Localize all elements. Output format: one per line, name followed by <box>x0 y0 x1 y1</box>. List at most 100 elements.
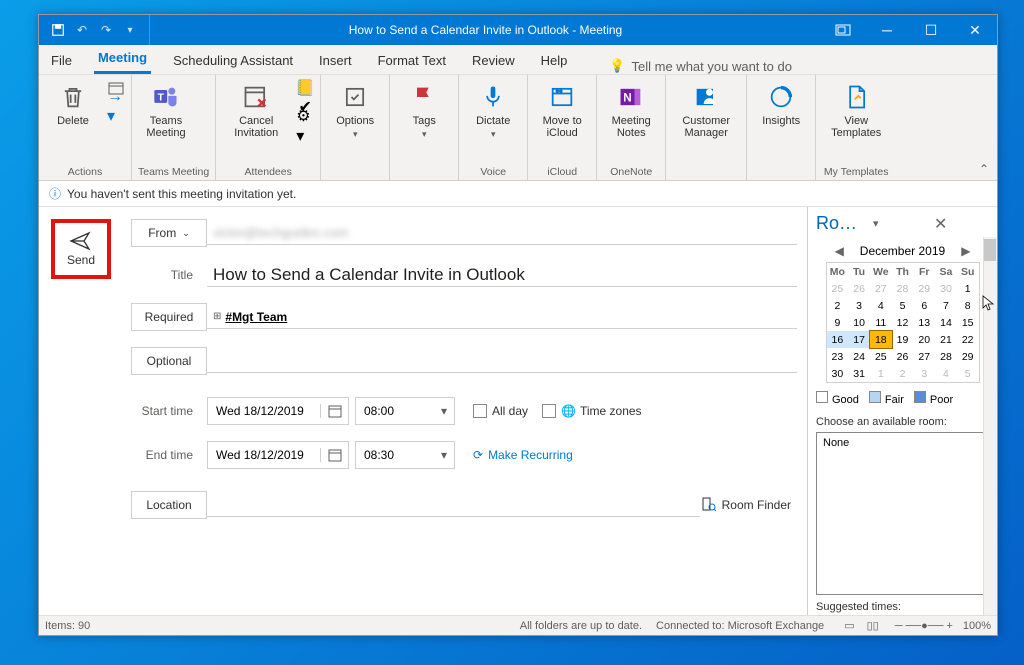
panel-scrollbar[interactable] <box>983 237 997 615</box>
cal-day[interactable]: 19 <box>892 331 914 348</box>
menu-review[interactable]: Review <box>468 49 519 74</box>
cal-day[interactable]: 3 <box>848 297 870 314</box>
undo-icon[interactable]: ↶ <box>75 23 89 37</box>
panel-close-button[interactable]: ✕ <box>930 214 989 234</box>
cal-day[interactable]: 31 <box>848 365 870 382</box>
cal-day[interactable]: 22 <box>957 331 979 348</box>
start-time-input[interactable]: 08:00 ▾ <box>355 397 455 425</box>
maximize-button[interactable]: ☐ <box>909 15 953 45</box>
calendar-picker-icon[interactable] <box>320 448 348 462</box>
cal-day[interactable]: 26 <box>848 280 870 297</box>
delete-button[interactable]: Delete <box>45 79 101 127</box>
end-time-input[interactable]: 08:30 ▾ <box>355 441 455 469</box>
cal-day[interactable]: 30 <box>827 365 849 382</box>
collapse-ribbon-icon[interactable]: ⌃ <box>979 162 989 176</box>
from-field[interactable]: victor@techguides.com <box>207 221 797 245</box>
cal-day[interactable]: 6 <box>913 297 935 314</box>
cal-day[interactable]: 20 <box>913 331 935 348</box>
zoom-slider[interactable]: ─ ──●── + <box>895 620 953 632</box>
tell-me-search[interactable]: 💡 Tell me what you want to do <box>609 58 792 74</box>
insights-button[interactable]: Insights <box>753 79 809 127</box>
cal-day[interactable]: 4 <box>935 365 957 382</box>
view-normal-icon[interactable]: ▭ <box>844 619 854 632</box>
menu-help[interactable]: Help <box>537 49 572 74</box>
required-button[interactable]: Required <box>131 303 207 331</box>
cal-day[interactable]: 2 <box>827 297 849 314</box>
menu-insert[interactable]: Insert <box>315 49 356 74</box>
cal-day[interactable]: 13 <box>913 314 935 331</box>
start-date-input[interactable]: Wed 18/12/2019 <box>207 397 349 425</box>
make-recurring-button[interactable]: ⟳ Make Recurring <box>473 448 573 462</box>
cal-day[interactable]: 4 <box>870 297 892 314</box>
tablet-mode-icon[interactable] <box>821 15 865 45</box>
close-button[interactable]: ✕ <box>953 15 997 45</box>
menu-scheduling-assistant[interactable]: Scheduling Assistant <box>169 49 297 74</box>
title-field[interactable]: How to Send a Calendar Invite in Outlook <box>207 263 797 287</box>
timezones-checkbox[interactable] <box>542 404 556 418</box>
cal-day[interactable]: 5 <box>957 365 979 382</box>
cal-day[interactable]: 9 <box>827 314 849 331</box>
required-field[interactable]: ⊞ #Mgt Team <box>207 305 797 329</box>
available-rooms-list[interactable]: None <box>816 432 989 595</box>
cal-day[interactable]: 24 <box>848 348 870 365</box>
tags-button[interactable]: Tags ▾ <box>396 79 452 140</box>
move-to-icloud-button[interactable]: Move to iCloud <box>534 79 590 139</box>
panel-options-icon[interactable]: ▾ <box>867 217 930 230</box>
panel-scroll-thumb[interactable] <box>984 239 996 261</box>
cal-day[interactable]: 7 <box>935 297 957 314</box>
prev-month-button[interactable]: ◀ <box>827 244 852 258</box>
cal-day[interactable]: 27 <box>870 280 892 297</box>
location-button[interactable]: Location <box>131 491 207 519</box>
all-day-checkbox[interactable] <box>473 404 487 418</box>
room-finder-button[interactable]: Room Finder <box>700 496 791 515</box>
cal-day[interactable]: 10 <box>848 314 870 331</box>
cancel-invitation-button[interactable]: Cancel Invitation <box>222 79 290 139</box>
cal-day[interactable]: 30 <box>935 280 957 297</box>
cal-day[interactable]: 17 <box>848 331 870 348</box>
location-field[interactable] <box>207 493 700 517</box>
cal-day[interactable]: 27 <box>913 348 935 365</box>
calendar-picker-icon[interactable] <box>320 404 348 418</box>
menu-file[interactable]: File <box>47 49 76 74</box>
caret-down-icon[interactable]: ▾ <box>123 23 137 37</box>
caret-down-icon[interactable]: ▾ <box>434 404 454 418</box>
caret-down-icon[interactable]: ▾ <box>434 448 454 462</box>
cal-day[interactable]: 5 <box>892 297 914 314</box>
address-book-icon[interactable]: 📒 <box>296 79 314 97</box>
mini-calendar[interactable]: MoTuWeThFrSaSu 2526272829301234567891011… <box>826 262 980 383</box>
send-button[interactable]: Send <box>51 219 111 279</box>
cal-day[interactable]: 8 <box>957 297 979 314</box>
cal-day[interactable]: 3 <box>913 365 935 382</box>
menu-meeting[interactable]: Meeting <box>94 46 151 74</box>
view-reading-icon[interactable]: ▯▯ <box>867 619 879 632</box>
dictate-button[interactable]: Dictate ▾ <box>465 79 521 140</box>
next-month-button[interactable]: ▶ <box>953 244 978 258</box>
cal-day[interactable]: 11 <box>870 314 892 331</box>
optional-field[interactable] <box>207 349 797 373</box>
cal-day[interactable]: 21 <box>935 331 957 348</box>
cal-day[interactable]: 25 <box>827 280 849 297</box>
meeting-notes-button[interactable]: N Meeting Notes <box>603 79 659 139</box>
response-options-icon[interactable]: ⚙ ▾ <box>296 117 314 135</box>
cal-day[interactable]: 28 <box>892 280 914 297</box>
save-icon[interactable] <box>51 23 65 37</box>
teams-meeting-button[interactable]: T Teams Meeting <box>138 79 194 139</box>
end-date-input[interactable]: Wed 18/12/2019 <box>207 441 349 469</box>
cal-day[interactable]: 18 <box>870 331 892 348</box>
cal-day[interactable]: 2 <box>892 365 914 382</box>
cal-day[interactable]: 1 <box>957 280 979 297</box>
options-button[interactable]: Options ▾ <box>327 79 383 140</box>
from-button[interactable]: From ⌄ <box>131 219 207 247</box>
cal-day[interactable]: 16 <box>827 331 849 348</box>
optional-button[interactable]: Optional <box>131 347 207 375</box>
cal-day[interactable]: 1 <box>870 365 892 382</box>
cal-day[interactable]: 25 <box>870 348 892 365</box>
redo-icon[interactable]: ↷ <box>99 23 113 37</box>
cal-day[interactable]: 26 <box>892 348 914 365</box>
menu-format-text[interactable]: Format Text <box>374 49 450 74</box>
cal-day[interactable]: 29 <box>913 280 935 297</box>
cal-day[interactable]: 14 <box>935 314 957 331</box>
forward-small-icon[interactable]: → ▾ <box>107 98 125 116</box>
cal-day[interactable]: 23 <box>827 348 849 365</box>
expand-group-icon[interactable]: ⊞ <box>213 311 221 322</box>
